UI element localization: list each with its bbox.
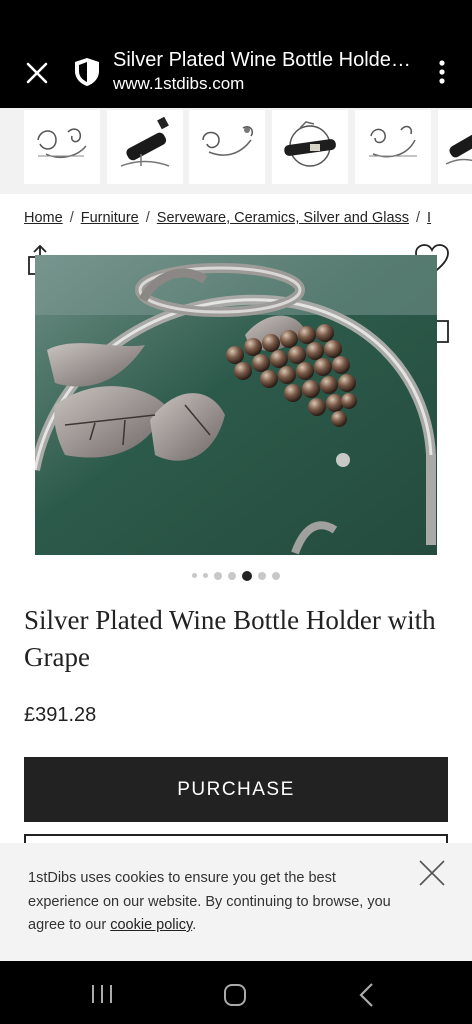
carousel-dot-active[interactable] xyxy=(242,570,252,581)
breadcrumb-separator: / xyxy=(145,210,150,226)
carousel-dot[interactable] xyxy=(272,571,280,580)
breadcrumb: Home / Furniture / Serveware, Ceramics, Silv… xyxy=(24,210,450,226)
breadcrumb-separator: / xyxy=(416,210,421,226)
carousel-dot[interactable] xyxy=(203,573,208,579)
thumbnail[interactable] xyxy=(438,110,472,184)
cookie-text-end: . xyxy=(192,917,197,933)
cookie-message: 1stDibs uses cookies to ensure you get t… xyxy=(28,867,398,938)
page-url[interactable]: www.1stdibs.com xyxy=(113,74,244,94)
breadcrumb-serveware-link[interactable]: Serveware, Ceramics, Silver and Glass xyxy=(157,210,409,226)
carousel-dot[interactable] xyxy=(214,571,222,580)
carousel-dot[interactable] xyxy=(192,573,197,579)
breadcrumb-home-link[interactable]: Home xyxy=(24,210,63,226)
product-image[interactable] xyxy=(35,255,437,555)
cookie-text: 1stDibs uses cookies to ensure you get t… xyxy=(28,870,391,933)
close-icon[interactable] xyxy=(22,58,52,88)
breadcrumb-furniture-link[interactable]: Furniture xyxy=(81,210,139,226)
shield-icon[interactable] xyxy=(72,56,102,88)
thumbnail-image xyxy=(284,121,336,167)
cookie-policy-link[interactable]: cookie policy xyxy=(110,917,192,933)
thumbnail[interactable] xyxy=(355,110,431,184)
cookie-banner: 1stDibs uses cookies to ensure you get t… xyxy=(0,843,472,961)
thumbnail-image xyxy=(120,116,170,167)
breadcrumb-next-link[interactable]: I xyxy=(427,210,431,226)
browser-toolbar: Silver Plated Wine Bottle Holder with Gr… xyxy=(0,36,472,108)
thumbnail[interactable] xyxy=(272,110,348,184)
carousel-dot[interactable] xyxy=(228,571,236,580)
purchase-button[interactable]: PURCHASE xyxy=(24,757,448,822)
product-photo xyxy=(35,255,437,555)
close-icon[interactable] xyxy=(417,858,447,888)
thumbnail[interactable] xyxy=(24,110,100,184)
page-title: Silver Plated Wine Bottle Holder with Gr… xyxy=(113,49,413,71)
thumbnail[interactable] xyxy=(189,110,265,184)
system-navigation-bar xyxy=(0,961,472,1024)
thumbnail-image xyxy=(202,125,254,156)
thumbnail[interactable] xyxy=(107,110,183,184)
thumbnail-image xyxy=(369,125,417,158)
carousel-indicator[interactable] xyxy=(0,567,472,585)
home-icon[interactable] xyxy=(222,982,248,1008)
thumbnail-image xyxy=(37,128,87,159)
product-title: Silver Plated Wine Bottle Holder with Gr… xyxy=(24,605,436,672)
recent-apps-icon[interactable] xyxy=(89,982,115,1006)
breadcrumb-separator: / xyxy=(69,210,74,226)
status-bar xyxy=(0,0,472,36)
back-icon[interactable] xyxy=(356,981,376,1009)
more-vert-icon[interactable] xyxy=(432,58,452,88)
carousel-dot[interactable] xyxy=(258,571,266,580)
thumbnail-image xyxy=(445,130,472,165)
thumbnail-strip[interactable] xyxy=(0,108,472,194)
product-price: £391.28 xyxy=(24,704,97,726)
